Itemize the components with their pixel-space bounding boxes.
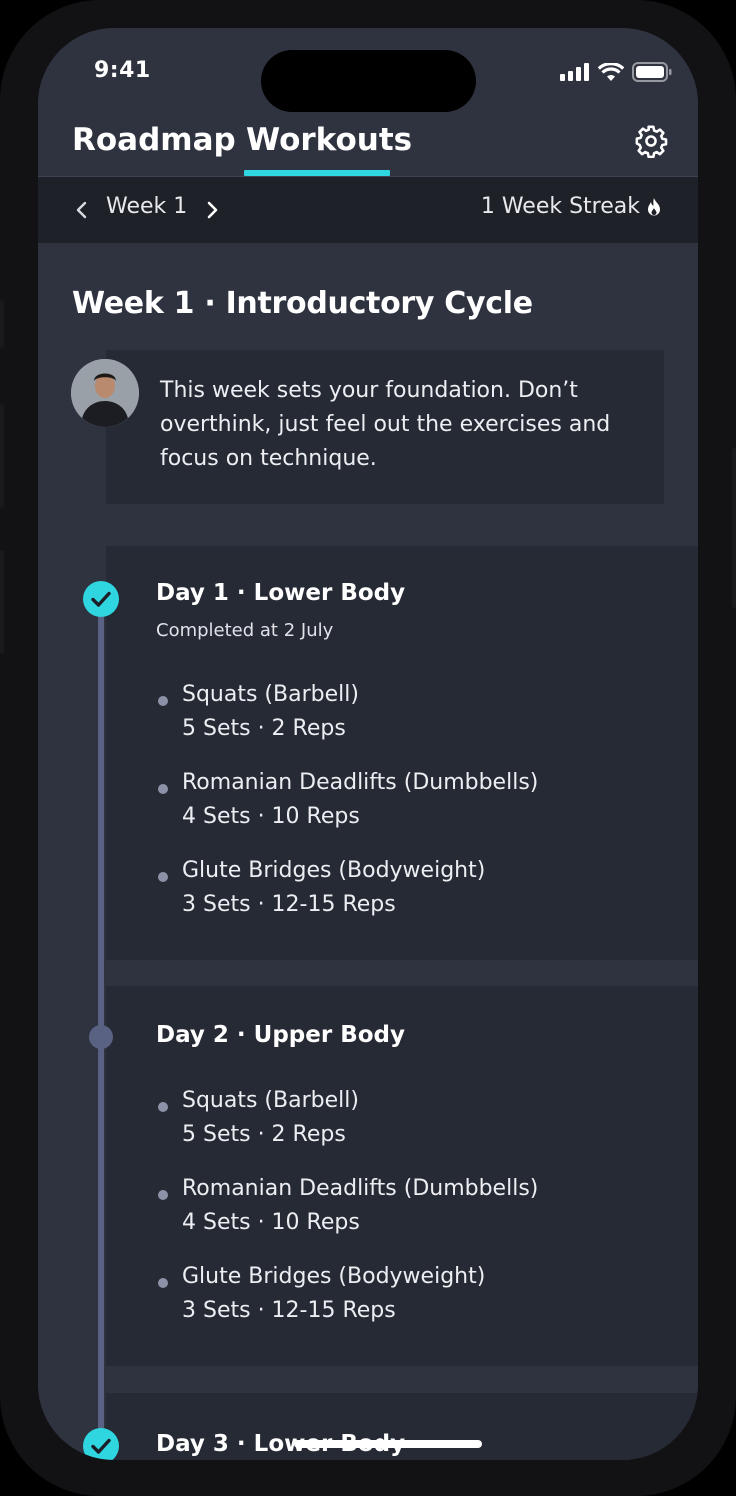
streak-label: 1 Week Streak <box>480 194 640 219</box>
day-card-2[interactable]: Day 2 · Upper Body Squats (Barbell) 5 Se… <box>106 986 698 1366</box>
day-title: Day 1 · Lower Body <box>156 580 406 606</box>
flame-icon <box>648 197 660 215</box>
exercise-sets-reps: 5 Sets · 2 Reps <box>182 716 346 741</box>
bullet <box>158 784 168 794</box>
coach-avatar <box>71 359 139 427</box>
day-card-3[interactable]: Day 3 · Lower Body <box>106 1393 698 1460</box>
week-label: Week 1 <box>106 194 188 219</box>
bullet <box>158 1102 168 1112</box>
signal-icon <box>560 63 589 81</box>
chevron-right-icon[interactable] <box>202 198 222 222</box>
completed-check-icon <box>83 1428 119 1460</box>
avatar-image <box>71 359 139 427</box>
day-completed-date: Completed at 2 July <box>156 620 334 641</box>
screen: 9:41 Roadmap Workouts Week 1 1 Week Stre… <box>38 28 698 1460</box>
bullet <box>158 1278 168 1288</box>
status-icons <box>560 62 672 82</box>
timeline-track <box>98 588 104 1460</box>
wifi-icon <box>598 62 624 81</box>
day-title: Day 2 · Upper Body <box>156 1022 406 1048</box>
coach-message: This week sets your foundation. Don’t ov… <box>160 378 611 471</box>
battery-icon <box>632 62 672 82</box>
volume-down-button <box>0 550 4 654</box>
phone-frame: 9:41 Roadmap Workouts Week 1 1 Week Stre… <box>0 0 736 1496</box>
exercise-sets-reps: 4 Sets · 10 Reps <box>182 804 360 829</box>
exercise-name: Squats (Barbell) <box>182 1088 359 1113</box>
pending-day-node <box>89 1025 113 1049</box>
dynamic-island <box>261 50 476 112</box>
gear-icon[interactable] <box>634 124 668 158</box>
exercise-name: Glute Bridges (Bodyweight) <box>182 1264 486 1289</box>
tab-roadmap[interactable]: Roadmap <box>72 122 236 158</box>
page-title: Week 1 · Introductory Cycle <box>72 286 533 321</box>
coach-message-card: This week sets your foundation. Don’t ov… <box>106 350 664 504</box>
status-time: 9:41 <box>94 58 151 83</box>
exercise-sets-reps: 4 Sets · 10 Reps <box>182 1210 360 1235</box>
exercise-name: Squats (Barbell) <box>182 682 359 707</box>
exercise-name: Romanian Deadlifts (Dumbbells) <box>182 770 539 795</box>
streak-badge: 1 Week Streak <box>481 194 662 219</box>
power-button <box>732 448 736 608</box>
exercise-sets-reps: 3 Sets · 12-15 Reps <box>182 1298 396 1323</box>
tab-workouts[interactable]: Workouts <box>246 122 412 158</box>
chevron-left-icon[interactable] <box>72 198 92 222</box>
bullet <box>158 1190 168 1200</box>
exercise-name: Romanian Deadlifts (Dumbbells) <box>182 1176 539 1201</box>
volume-up-button <box>0 404 4 508</box>
exercise-sets-reps: 3 Sets · 12-15 Reps <box>182 892 396 917</box>
exercise-name: Glute Bridges (Bodyweight) <box>182 858 486 883</box>
bullet <box>158 696 168 706</box>
action-button <box>0 300 4 348</box>
exercise-sets-reps: 5 Sets · 2 Reps <box>182 1122 346 1147</box>
bullet <box>158 872 168 882</box>
home-indicator[interactable] <box>294 1440 482 1448</box>
completed-check-icon <box>83 581 119 617</box>
day-card-1[interactable]: Day 1 · Lower Body Completed at 2 July S… <box>106 546 698 960</box>
